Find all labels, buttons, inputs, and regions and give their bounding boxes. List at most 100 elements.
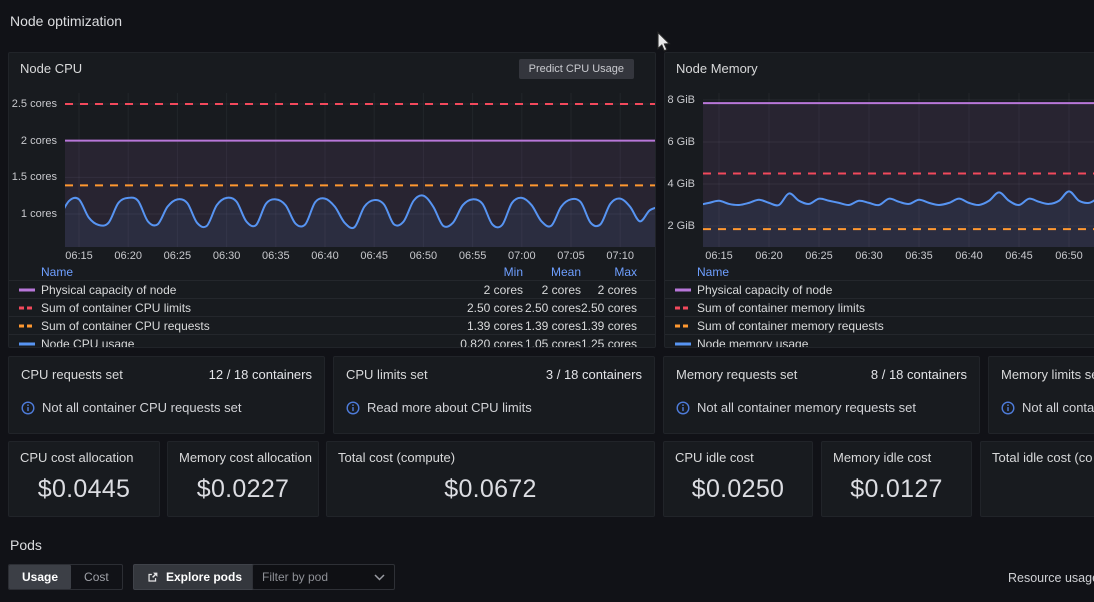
y-axis-tick-label: 2 cores	[9, 135, 57, 147]
legend-header-row: Name	[665, 264, 1094, 280]
x-axis-tick-label: 07:10	[598, 250, 642, 262]
x-axis-tick-label: 06:40	[303, 250, 347, 262]
cost-title: Total cost (compute)	[338, 450, 455, 465]
legend-table: NameMinMeanMaxPhysical capacity of node2…	[9, 264, 655, 347]
legend-header-row: NameMinMeanMax	[9, 264, 655, 280]
x-axis-tick-label: 06:35	[254, 250, 298, 262]
legend-header-max: Max	[581, 265, 637, 279]
stat-link-label: Not all containe	[1022, 400, 1094, 415]
y-axis-tick-label: 6 GiB	[665, 136, 695, 148]
panel-total-cost-compute: Total cost (compute) $0.0672	[326, 441, 655, 517]
legend-row[interactable]: Node CPU usage0.820 cores1.05 cores1.25 …	[9, 334, 655, 347]
external-link-icon	[146, 571, 159, 584]
y-axis-tick-label: 2.5 cores	[9, 98, 57, 110]
x-axis-tick-label: 06:25	[797, 250, 841, 262]
cost-value: $0.0445	[9, 475, 159, 504]
tab-cost[interactable]: Cost	[71, 565, 122, 589]
tab-usage[interactable]: Usage	[9, 565, 71, 589]
y-axis-tick-label: 1 cores	[9, 208, 57, 220]
legend-series-name: Physical capacity of node	[41, 283, 433, 297]
x-axis-tick-label: 06:30	[847, 250, 891, 262]
panel-cpu-requests-set: CPU requests set 12 / 18 containers Not …	[8, 356, 325, 434]
legend-row[interactable]: Sum of container CPU limits2.50 cores2.5…	[9, 298, 655, 316]
legend-header-name: Name	[675, 265, 1077, 279]
cost-title: Memory cost allocation	[179, 450, 312, 465]
legend-series-name: Sum of container memory requests	[697, 319, 1077, 333]
series-swatch-icon	[19, 324, 35, 328]
legend-header-min: Min	[433, 265, 523, 279]
x-axis-tick-label: 06:20	[106, 250, 150, 262]
series-swatch-icon	[675, 342, 691, 346]
stat-title: Memory limits set	[1001, 367, 1094, 382]
cost-value: $0.0672	[327, 475, 654, 504]
stat-link-cpu-requests[interactable]: Not all container CPU requests set	[21, 400, 241, 415]
series-swatch-icon	[19, 342, 35, 346]
legend-series-name: Node CPU usage	[41, 337, 433, 348]
stat-link-label: Read more about CPU limits	[367, 400, 532, 415]
legend-series-name: Physical capacity of node	[697, 283, 1077, 297]
legend-max-value: 2.50 cores	[581, 301, 637, 315]
legend-table: Name Physical capacity of node Sum of cont…	[665, 264, 1094, 347]
legend-row[interactable]: Physical capacity of node	[665, 280, 1094, 298]
x-axis-tick-label: 06:20	[747, 250, 791, 262]
legend-mean-value: 2.50 cores	[523, 301, 581, 315]
legend-row[interactable]: Sum of container memory requests	[665, 316, 1094, 334]
stat-value: 8 / 18 containers	[871, 367, 967, 382]
legend-mean-value: 1.39 cores	[523, 319, 581, 333]
panel-node-memory: Node Memory 8 GiB6 GiB4 GiB2 GiB06:1506:…	[664, 52, 1094, 348]
resource-usage-label: Resource usage	[1008, 571, 1094, 585]
series-swatch-icon	[675, 288, 691, 292]
panel-cpu-idle-cost: CPU idle cost $0.0250	[663, 441, 813, 517]
filter-by-pod-select[interactable]: Filter by pod	[252, 564, 395, 590]
panel-memory-cost-allocation: Memory cost allocation $0.0227	[167, 441, 319, 517]
x-axis-tick-label: 06:50	[1047, 250, 1091, 262]
series-swatch-icon	[19, 306, 35, 310]
legend-row[interactable]: Node memory usage	[665, 334, 1094, 347]
legend-series-name: Sum of container CPU requests	[41, 319, 433, 333]
series-swatch-icon	[675, 324, 691, 328]
row-title-pods[interactable]: Pods	[10, 537, 42, 553]
panel-cpu-limits-set: CPU limits set 3 / 18 containers Read mo…	[333, 356, 655, 434]
row-title-node-optimization[interactable]: Node optimization	[10, 13, 122, 29]
panel-title-node-cpu: Node CPU	[20, 61, 82, 76]
y-axis-tick-label: 8 GiB	[665, 94, 695, 106]
legend-max-value: 2 cores	[581, 283, 637, 297]
panel-cpu-cost-allocation: CPU cost allocation $0.0445	[8, 441, 160, 517]
legend-row[interactable]: Physical capacity of node2 cores2 cores2…	[9, 280, 655, 298]
x-axis-tick-label: 07:05	[549, 250, 593, 262]
cpu-plot-area	[65, 93, 656, 247]
stat-link-memory-requests[interactable]: Not all container memory requests set	[676, 400, 916, 415]
legend-row[interactable]: Sum of container CPU requests1.39 cores1…	[9, 316, 655, 334]
stat-title: CPU limits set	[346, 367, 428, 382]
legend-min-value: 2 cores	[433, 283, 523, 297]
panel-memory-limits-set: Memory limits set Not all containe	[988, 356, 1094, 434]
x-axis-tick-label: 06:45	[352, 250, 396, 262]
legend-min-value: 1.39 cores	[433, 319, 523, 333]
explore-pods-button[interactable]: Explore pods	[133, 564, 255, 590]
mem-plot-area	[703, 93, 1094, 247]
y-axis-tick-label: 1.5 cores	[9, 171, 57, 183]
x-axis-tick-label: 06:25	[155, 250, 199, 262]
cost-title: Memory idle cost	[833, 450, 931, 465]
panel-memory-requests-set: Memory requests set 8 / 18 containers No…	[663, 356, 980, 434]
stat-title: Memory requests set	[676, 367, 797, 382]
grafana-dashboard: Node optimization Node CPU Predict CPU U…	[0, 0, 1094, 602]
x-axis-tick-label: 06:50	[401, 250, 445, 262]
legend-header-mean: Mean	[523, 265, 581, 279]
stat-link-cpu-limits[interactable]: Read more about CPU limits	[346, 400, 532, 415]
legend-row[interactable]: Sum of container memory limits	[665, 298, 1094, 316]
legend-max-value: 1.39 cores	[581, 319, 637, 333]
info-icon	[21, 401, 35, 415]
x-axis-tick-label: 06:15	[697, 250, 741, 262]
legend-series-name: Sum of container memory limits	[697, 301, 1077, 315]
stat-link-label: Not all container memory requests set	[697, 400, 916, 415]
legend-min-value: 2.50 cores	[433, 301, 523, 315]
y-axis-tick-label: 2 GiB	[665, 220, 695, 232]
x-axis-tick-label: 06:55	[451, 250, 495, 262]
predict-cpu-usage-button[interactable]: Predict CPU Usage	[519, 59, 634, 79]
stat-link-memory-limits[interactable]: Not all containe	[1001, 400, 1094, 415]
legend-max-value: 1.25 cores	[581, 337, 637, 348]
series-swatch-icon	[675, 306, 691, 310]
panel-node-cpu: Node CPU Predict CPU Usage 2.5 cores 2 co…	[8, 52, 656, 348]
info-icon	[676, 401, 690, 415]
